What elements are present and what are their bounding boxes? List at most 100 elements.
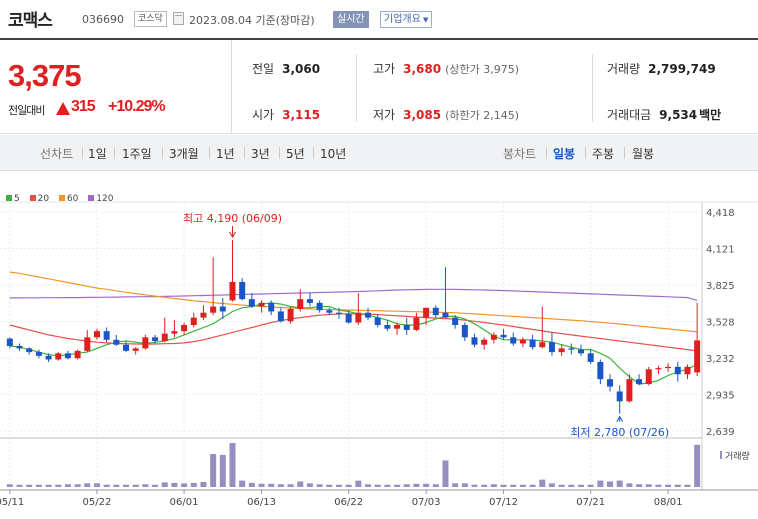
volume-bar (297, 481, 304, 487)
legend-ma120: 120 (88, 194, 113, 204)
volume-bar (394, 484, 401, 487)
x-tick-label: 06/01 (170, 497, 199, 508)
volume-bar (268, 483, 275, 487)
volume-bar (355, 480, 362, 487)
volume-legend-swatch (720, 451, 722, 459)
volume-bar (210, 454, 217, 487)
candle-body (316, 302, 323, 311)
volume-bar (345, 484, 352, 487)
candle-body (93, 331, 100, 338)
tab-3m[interactable]: 3개월 (169, 145, 199, 162)
candle-body (181, 325, 188, 332)
candle-body (268, 302, 275, 312)
candle-body (587, 353, 594, 362)
candle-body (568, 348, 575, 350)
candle-body (152, 337, 159, 342)
tab-1y[interactable]: 1년 (216, 145, 235, 162)
x-tick-label: 07/21 (576, 497, 605, 508)
line-ma20 (9, 313, 698, 352)
candle-body (510, 337, 517, 344)
candle-body (432, 307, 439, 316)
volume-bar (316, 484, 323, 487)
tab-monthly[interactable]: 월봉 (632, 145, 654, 162)
candle-body (645, 369, 652, 385)
x-tick-label: 08/01 (654, 497, 683, 508)
calendar-icon (173, 12, 184, 25)
volume-bar (423, 483, 430, 487)
volume-bar (684, 484, 691, 487)
candle-body (626, 379, 633, 402)
divider (585, 147, 586, 159)
candle-body (123, 344, 130, 351)
volume-bar (568, 484, 575, 487)
volume-bar (529, 484, 536, 487)
candle-body (248, 299, 255, 307)
volume-bar (258, 483, 265, 487)
tab-1w[interactable]: 1주일 (122, 145, 152, 162)
legend-ma5: 5 (6, 194, 20, 204)
y-tick-label: 3,528 (706, 318, 735, 329)
volume-bar (103, 484, 110, 487)
line-ma60 (9, 271, 698, 333)
volume-bar (374, 484, 381, 487)
y-tick-label: 2,639 (706, 427, 735, 438)
candle-body (694, 340, 701, 373)
volume-bar (548, 483, 555, 487)
realtime-button[interactable]: 실시간 (333, 11, 369, 28)
volume-bar (190, 482, 197, 487)
candle-body (597, 361, 604, 380)
volume-bar (442, 460, 449, 487)
volume-bar (181, 483, 188, 487)
max-arrow-head (229, 231, 236, 239)
candle-body (55, 353, 62, 360)
candle-body (674, 366, 681, 375)
tab-3y[interactable]: 3년 (251, 145, 270, 162)
candle-body (490, 334, 497, 340)
chart-legend: 5 20 60 120 (6, 194, 120, 204)
price-summary: 3,375 전일대비 315 +10.29% (0, 40, 232, 134)
candle-body (306, 299, 313, 303)
volume-bar (152, 484, 159, 487)
x-tick-label: 05/11 (0, 497, 24, 508)
candle-body (452, 317, 459, 326)
min-annotation: 최저 2,780 (07/26) (570, 426, 669, 439)
divider (546, 147, 547, 159)
tab-5y[interactable]: 5년 (286, 145, 305, 162)
max-annotation: 최고 4,190 (06/09) (183, 212, 282, 225)
y-tick-label: 2,935 (706, 391, 735, 402)
volume-bar (365, 484, 372, 487)
candle-body (384, 325, 391, 329)
candle-body (132, 348, 139, 351)
candle-body (171, 331, 178, 334)
volume-bar (113, 484, 120, 487)
company-overview-button[interactable]: 기업개요 ▼ (380, 11, 433, 28)
candle-body (200, 312, 207, 318)
tab-1d[interactable]: 1일 (88, 145, 107, 162)
volume-label: 거래량 (725, 450, 750, 462)
candle-body (394, 325, 401, 329)
candle-body (655, 368, 662, 370)
min-arrow-head (616, 415, 624, 422)
candle-body (403, 325, 410, 330)
line-ma5 (9, 302, 698, 385)
candle-body (16, 345, 23, 349)
chart-period-tabs: 선차트 1일 1주일 3개월 1년 3년 5년 10년 봉차트 일봉 주봉 월봉 (0, 135, 758, 171)
divider (209, 147, 210, 159)
tab-10y[interactable]: 10년 (320, 145, 346, 162)
candle-body (607, 379, 614, 387)
x-tick-label: 07/12 (489, 497, 518, 508)
candle-body (326, 310, 333, 313)
tab-daily[interactable]: 일봉 (553, 145, 575, 162)
volume-bar (674, 484, 681, 487)
tab-weekly[interactable]: 주봉 (592, 145, 614, 162)
legend-ma60: 60 (58, 194, 78, 204)
volume-bar (539, 479, 546, 487)
volume-bar (74, 484, 81, 487)
volume-bar (587, 484, 594, 487)
volume-bar (645, 484, 652, 487)
volume-bar (171, 482, 178, 487)
candle-body (161, 333, 168, 342)
candle-body (210, 306, 217, 313)
legend-ma20: 20 (29, 194, 49, 204)
candle-body (423, 307, 430, 318)
